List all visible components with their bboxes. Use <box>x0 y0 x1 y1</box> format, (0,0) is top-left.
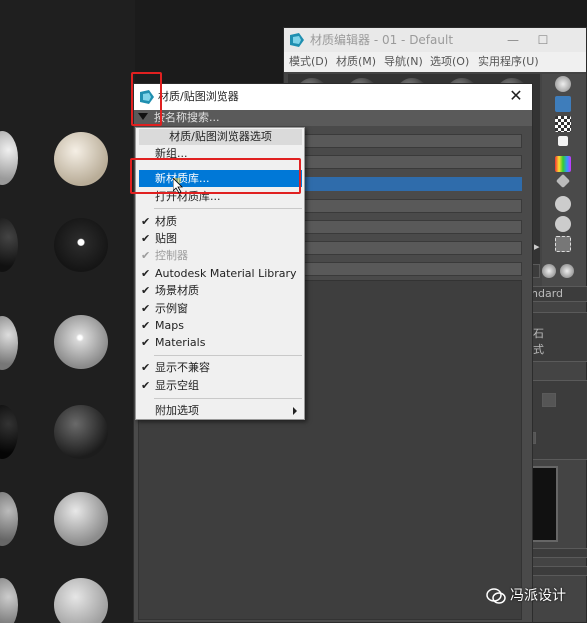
browser-titlebar[interactable]: 材质/贴图浏览器 ✕ <box>134 84 532 110</box>
menu-item-maps-group[interactable]: ✔ Maps <box>136 317 304 334</box>
minimize-button[interactable]: — <box>498 28 528 52</box>
watermark-text: 冯派设计 <box>510 588 566 604</box>
material-type-label: ndard <box>531 287 564 300</box>
lock-button[interactable] <box>542 393 556 407</box>
watermark: 冯派设计 <box>486 586 566 606</box>
background-checker-icon[interactable] <box>555 116 571 132</box>
browser-title: 材质/贴图浏览器 <box>158 90 239 103</box>
checkmark-icon: ✔ <box>141 232 151 245</box>
backlight-icon[interactable] <box>555 96 571 112</box>
shader-panel: 石 式 <box>530 312 587 362</box>
sample-slot-column <box>0 0 135 623</box>
menu-material[interactable]: 材质(M) <box>336 52 376 72</box>
sample-sphere[interactable] <box>0 316 18 370</box>
menu-separator <box>154 398 302 399</box>
material-map-navigator-icon[interactable] <box>555 236 571 252</box>
menu-item-scene-materials[interactable]: ✔ 场景材质 <box>136 282 304 299</box>
annotation-highlight-options-button <box>131 72 162 126</box>
annotation-highlight-new-library <box>130 158 301 194</box>
menu-item-label: 示例窗 <box>155 302 188 315</box>
menu-header: 材质/贴图浏览器选项 <box>139 129 302 145</box>
sample-sphere[interactable] <box>0 131 18 185</box>
menu-item-materials[interactable]: ✔ 材质 <box>136 213 304 230</box>
3dsmax-logo-icon <box>290 33 304 47</box>
wechat-icon <box>486 588 506 604</box>
sample-sphere[interactable] <box>54 218 108 272</box>
put-material-icon[interactable] <box>560 264 574 278</box>
menu-item-label: 材质 <box>155 215 177 228</box>
checkmark-icon: ✔ <box>141 284 151 297</box>
menu-item-additional-options[interactable]: 附加选项 <box>136 402 304 419</box>
sample-sphere[interactable] <box>0 218 18 272</box>
checkmark-icon: ✔ <box>141 336 151 349</box>
checkmark-icon: ✔ <box>141 215 151 228</box>
mouse-cursor-icon <box>173 178 183 194</box>
material-editor-menubar: 模式(D) 材质(M) 导航(N) 选项(O) 实用程序(U) <box>284 52 586 72</box>
material-editor-side-toolbar <box>542 74 586 294</box>
menu-item-label: Maps <box>155 319 184 332</box>
property-field[interactable] <box>530 566 587 576</box>
menu-utilities[interactable]: 实用程序(U) <box>478 52 539 72</box>
checkmark-icon: ✔ <box>141 379 151 392</box>
sample-uv-icon[interactable] <box>558 136 568 146</box>
material-editor-title: 材质编辑器 - 01 - Default <box>310 33 454 47</box>
sample-sphere[interactable] <box>54 132 108 186</box>
menu-item-label: 显示不兼容 <box>155 361 210 374</box>
close-button[interactable]: ✕ <box>508 84 524 110</box>
sample-sphere[interactable] <box>0 405 18 459</box>
menu-item-label: 附加选项 <box>155 404 199 417</box>
menu-item-autodesk-material-library[interactable]: ✔ Autodesk Material Library <box>136 265 304 282</box>
options-icon[interactable] <box>555 196 571 212</box>
menu-item-label: 显示空组 <box>155 379 199 392</box>
menu-options[interactable]: 选项(O) <box>430 52 469 72</box>
menu-item-materials-group[interactable]: ✔ Materials <box>136 334 304 351</box>
get-material-icon[interactable] <box>542 264 556 278</box>
property-field[interactable] <box>530 548 587 558</box>
sample-sphere[interactable] <box>54 315 108 369</box>
checkmark-icon: ✔ <box>141 319 151 332</box>
make-preview-icon[interactable] <box>555 173 571 189</box>
menu-item-show-empty-groups[interactable]: ✔ 显示空组 <box>136 377 304 394</box>
menu-item-label: 贴图 <box>155 232 177 245</box>
submenu-arrow-icon <box>293 407 297 415</box>
parameter-panel <box>530 380 587 460</box>
menu-item-show-incompatible[interactable]: ✔ 显示不兼容 <box>136 359 304 376</box>
sample-sphere[interactable] <box>54 578 108 623</box>
search-input[interactable]: 按名称搜索... <box>154 111 220 124</box>
menu-separator <box>154 355 302 356</box>
shader-label: 式 <box>533 343 544 356</box>
material-type-button[interactable]: ndard <box>530 286 587 302</box>
menu-item-maps[interactable]: ✔ 贴图 <box>136 230 304 247</box>
sample-sphere[interactable] <box>0 492 18 546</box>
menu-item-label: 场景材质 <box>155 284 199 297</box>
menu-item-controllers: ✔ 控制器 <box>136 247 304 264</box>
menu-item-sample-slots[interactable]: ✔ 示例窗 <box>136 300 304 317</box>
checkmark-icon: ✔ <box>141 302 151 315</box>
shader-label: 石 <box>533 327 544 340</box>
menu-item-label: Materials <box>155 336 206 349</box>
sample-sphere[interactable] <box>0 578 18 623</box>
menu-navigation[interactable]: 导航(N) <box>384 52 423 72</box>
sample-sphere[interactable] <box>54 405 108 459</box>
menu-mode[interactable]: 模式(D) <box>289 52 328 72</box>
select-by-material-icon[interactable] <box>555 216 571 232</box>
menu-item-label: Autodesk Material Library <box>155 267 297 280</box>
maximize-button[interactable]: ☐ <box>528 28 558 52</box>
checkmark-icon: ✔ <box>141 267 151 280</box>
scroll-right-arrow[interactable]: ▸ <box>534 240 540 253</box>
search-bar[interactable]: 按名称搜索... <box>134 110 532 126</box>
menu-item-label: 控制器 <box>155 249 188 262</box>
video-color-check-icon[interactable] <box>555 156 571 172</box>
sample-type-icon[interactable] <box>555 76 571 92</box>
checkmark-icon: ✔ <box>141 249 151 262</box>
menu-separator <box>154 208 302 209</box>
sample-sphere[interactable] <box>54 492 108 546</box>
checkmark-icon: ✔ <box>141 361 151 374</box>
material-editor-titlebar[interactable]: 材质编辑器 - 01 - Default — ☐ <box>284 28 586 52</box>
